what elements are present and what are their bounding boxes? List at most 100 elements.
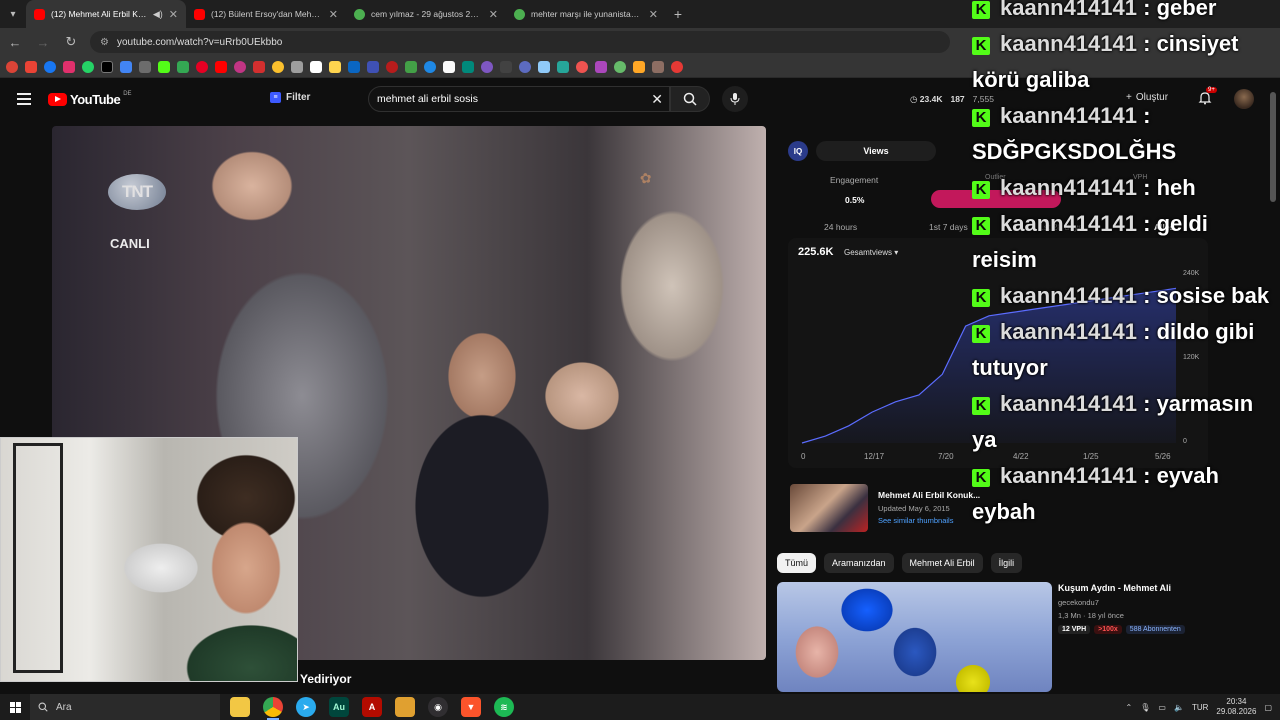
close-tab-icon[interactable]: ✕ (489, 8, 498, 21)
bookmark-icon[interactable] (538, 60, 550, 73)
bookmark-icon[interactable] (348, 60, 360, 73)
bookmark-icon[interactable] (329, 60, 341, 73)
network-icon[interactable]: ▭ (1158, 703, 1166, 712)
tab-title: mehter marşı ile yunanistan'da (531, 9, 643, 19)
chat-username: kaann414141 (1000, 319, 1137, 344)
site-info-icon[interactable]: ⚙ (100, 37, 109, 48)
bookmark-icon[interactable] (633, 60, 645, 73)
bookmark-icon[interactable] (576, 60, 588, 73)
browser-tab[interactable]: (12) Bülent Ersoy'dan Mehmet ✕ (186, 0, 346, 28)
clock[interactable]: 20:34 29.08.2026 (1216, 697, 1256, 717)
telegram-icon[interactable]: ➤ (296, 697, 316, 717)
back-icon[interactable]: ← (6, 35, 24, 50)
menu-icon[interactable] (17, 93, 31, 105)
audio-playing-icon[interactable]: ◀) (153, 9, 163, 20)
range-24h[interactable]: 24 hours (824, 222, 857, 232)
bookmark-icon[interactable] (652, 60, 664, 73)
kick-icon: K (972, 109, 990, 127)
bookmark-icon[interactable] (139, 60, 151, 73)
chat-message: Kkaann414141 : geber (972, 0, 1272, 26)
bookmark-icon[interactable] (557, 60, 569, 73)
reload-icon[interactable]: ↻ (62, 34, 80, 50)
bookmark-icon[interactable] (196, 60, 208, 73)
file-explorer-icon[interactable] (230, 697, 250, 717)
bookmark-icon[interactable] (367, 60, 379, 73)
bookmark-icon[interactable] (25, 60, 37, 73)
tab-search-dropdown[interactable]: ▾ (0, 0, 26, 28)
bookmark-icon[interactable] (519, 60, 531, 73)
close-tab-icon[interactable]: ✕ (329, 8, 338, 21)
bookmark-icon[interactable] (272, 60, 284, 73)
scrollbar-thumb[interactable] (1270, 92, 1276, 202)
search-input[interactable]: mehmet ali erbil sosis ✕ (368, 86, 670, 112)
acrobat-icon[interactable]: A (362, 697, 382, 717)
chat-message: Kkaann414141 : sosise bak (972, 278, 1272, 314)
bookmark-icon[interactable] (443, 60, 455, 73)
filter-button[interactable]: ≡ Filter (270, 92, 310, 103)
bookmark-icon[interactable] (44, 60, 56, 73)
brave-icon[interactable]: ▼ (461, 697, 481, 717)
page-scrollbar[interactable] (1270, 80, 1276, 680)
bookmark-icon[interactable] (614, 60, 626, 73)
bookmark-icon[interactable] (671, 60, 683, 73)
range-7d[interactable]: 1st 7 days (929, 222, 968, 232)
chip-mehmet-ali-erbil[interactable]: Mehmet Ali Erbil (901, 553, 983, 573)
browser-tab[interactable]: (12) Mehmet Ali Erbil Konuk ◀) ✕ (26, 0, 186, 28)
video-thumbnail[interactable] (790, 484, 868, 532)
bookmark-icon[interactable] (63, 60, 75, 73)
forward-icon[interactable]: → (34, 35, 52, 50)
kick-icon: K (972, 289, 990, 307)
bookmark-icon[interactable] (291, 60, 303, 73)
browser-tab[interactable]: mehter marşı ile yunanistan'da ✕ (506, 0, 666, 28)
bookmark-icon[interactable] (595, 60, 607, 73)
app-icon[interactable] (395, 697, 415, 717)
clear-search-icon[interactable]: ✕ (651, 91, 663, 108)
search-button[interactable] (670, 86, 710, 112)
related-video-thumbnail[interactable] (777, 582, 1052, 692)
bookmark-icon[interactable] (82, 60, 94, 73)
tray-chevron-icon[interactable]: ⌃ (1126, 703, 1133, 712)
bookmark-icon[interactable] (462, 60, 474, 73)
voice-search-button[interactable] (722, 86, 748, 112)
volume-icon[interactable]: 🔈 (1174, 703, 1184, 712)
close-tab-icon[interactable]: ✕ (649, 8, 658, 21)
microphone-tray-icon[interactable]: 🎙 (1140, 703, 1150, 712)
obs-icon[interactable]: ◉ (428, 697, 448, 717)
similar-thumbnails-link[interactable]: See similar thumbnails (878, 516, 953, 525)
related-channel-name[interactable]: gecekondu7 (1058, 598, 1099, 607)
chip-from-search[interactable]: Aramanızdan (824, 553, 894, 573)
notification-center-icon[interactable]: ▢ (1264, 703, 1272, 712)
new-tab-button[interactable]: + (666, 6, 690, 22)
chrome-icon[interactable] (263, 697, 283, 720)
browser-tab[interactable]: cem yılmaz - 29 ağustos 2026 ✕ (346, 0, 506, 28)
bookmark-icon[interactable] (424, 60, 436, 73)
language-indicator[interactable]: TUR (1192, 703, 1208, 712)
bookmark-icon[interactable] (500, 60, 512, 73)
taskbar-search[interactable]: Ara (30, 694, 220, 720)
bookmark-icon[interactable] (101, 60, 113, 73)
audition-icon[interactable]: Au (329, 697, 349, 717)
engagement-label: Engagement (830, 175, 879, 185)
bookmark-icon[interactable] (405, 60, 417, 73)
tab-title: (12) Mehmet Ali Erbil Konuk (51, 9, 147, 19)
bookmark-icon[interactable] (481, 60, 493, 73)
bookmark-icon[interactable] (386, 60, 398, 73)
close-tab-icon[interactable]: ✕ (169, 8, 178, 21)
tab-views[interactable]: Views (816, 141, 936, 161)
bookmark-icon[interactable] (310, 60, 322, 73)
related-video-title[interactable]: Kuşum Aydın - Mehmet Ali (1058, 583, 1171, 593)
bookmark-icon[interactable] (158, 60, 170, 73)
youtube-logo[interactable]: YouTube DE (48, 91, 132, 107)
bookmark-icon[interactable] (253, 60, 265, 73)
bookmark-icon[interactable] (6, 60, 18, 73)
chip-all[interactable]: Tümü (777, 553, 817, 573)
chat-username: kaann414141 (1000, 391, 1137, 416)
bookmark-icon[interactable] (120, 60, 132, 73)
chip-related[interactable]: İlgili (990, 553, 1023, 573)
start-button[interactable] (0, 694, 30, 720)
bookmark-icon[interactable] (215, 60, 227, 73)
spotify-icon[interactable]: ≋ (494, 697, 514, 717)
bookmark-icon[interactable] (234, 60, 246, 73)
bookmark-icon[interactable] (177, 60, 189, 73)
url-bar[interactable]: ⚙ youtube.com/watch?v=uRrb0UEkbbo (90, 31, 950, 53)
